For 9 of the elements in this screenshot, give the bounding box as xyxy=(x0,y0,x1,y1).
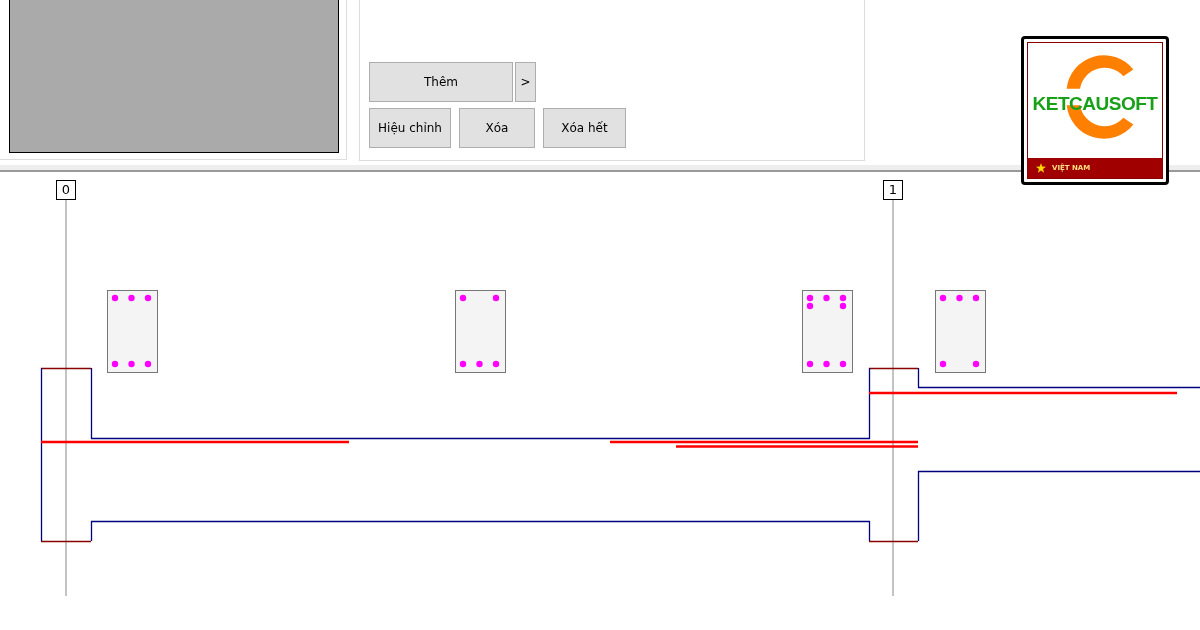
action-button[interactable]: Thêm xyxy=(369,62,513,102)
star-icon xyxy=(1036,163,1046,173)
action-button[interactable]: Hiệu chỉnh xyxy=(369,108,451,148)
axis-label: 1 xyxy=(883,180,903,200)
axis-label: 0 xyxy=(56,180,76,200)
action-button[interactable]: > xyxy=(515,62,536,102)
logo-name: KETCAUSOFT xyxy=(1032,93,1158,115)
action-button[interactable]: Xóa xyxy=(459,108,535,148)
action-button[interactable]: Xóa hết xyxy=(543,108,626,148)
